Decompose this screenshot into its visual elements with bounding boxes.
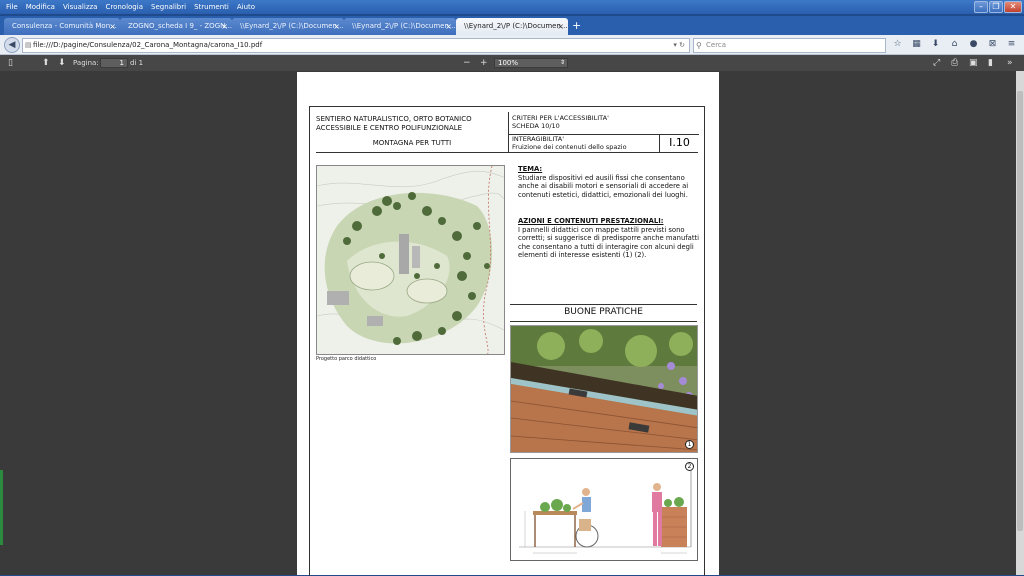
tab-label: \\Eynard_2\/P (C:)\Documen...	[464, 22, 568, 30]
description-text: TEMA: Studiare dispositivi ed ausili fis…	[518, 165, 702, 260]
title-line-3: MONTAGNA PER TUTTI	[372, 139, 452, 147]
tema-heading: TEMA:	[518, 165, 543, 173]
accessibility-diagram: 2	[510, 458, 698, 561]
next-page-icon[interactable]: ⬇	[58, 55, 66, 71]
addon-icon[interactable]: ⊠	[987, 39, 998, 49]
chevron-updown-icon: ⇕	[559, 59, 565, 66]
menu-file[interactable]: File	[6, 3, 18, 11]
tab-label: ZOGNO_scheda I 9_ - ZOGN...	[128, 22, 232, 30]
maximize-button[interactable]: ❐	[989, 1, 1003, 13]
navigation-bar: ◀ ▤ file:///D:/pagine/Consulenza/02_Caro…	[0, 35, 1024, 55]
bookmarks-list-icon[interactable]: ▦	[911, 39, 922, 49]
search-input[interactable]: ⚲ Cerca	[693, 38, 886, 53]
tab-eynard-1[interactable]: \\Eynard_2\/P (C:)\Documen... ×	[232, 18, 344, 35]
fullscreen-icon[interactable]: ⤢	[933, 55, 940, 71]
page-icon: ▤	[25, 41, 32, 49]
pdf-toolbar: ▯ ⬆ ⬇ Pagina: 1 di 1 − + 100% ⇕ ⤢ ⎙ ▣ ▮ …	[0, 55, 1024, 71]
title-line-1: SENTIERO NATURALISTICO, ORTO BOTANICO	[316, 115, 472, 123]
divider	[510, 321, 697, 322]
bookmark-icon[interactable]: ▮	[988, 55, 993, 71]
pdf-page: SENTIERO NATURALISTICO, ORTO BOTANICO AC…	[297, 72, 719, 576]
menu-aiuto[interactable]: Aiuto	[237, 3, 255, 11]
reload-icon[interactable]: ▾ ↻	[673, 39, 685, 52]
section-line-2: Fruizione dei contenuti dello spazio	[512, 143, 627, 151]
chat-icon[interactable]: ●	[968, 39, 979, 49]
raised-planter-photo: 1	[510, 325, 698, 453]
accessibility-drawing	[519, 467, 692, 554]
tab-close-icon[interactable]: ×	[221, 18, 228, 35]
tema-text: Studiare dispositivi ed ausili fissi che…	[518, 173, 689, 199]
back-arrow-icon: ◀	[8, 40, 16, 50]
zoom-out-button[interactable]: −	[463, 55, 471, 71]
title-line-2: ACCESSIBILE E CENTRO POLIFUNZIONALE	[316, 124, 463, 132]
desktop-edge	[0, 470, 3, 545]
zoom-value: 100%	[498, 59, 519, 67]
bookmark-star-icon[interactable]: ☆	[892, 39, 903, 49]
page-label: Pagina:	[73, 59, 99, 67]
menu-icon[interactable]: ≡	[1006, 39, 1017, 49]
plan-caption: Progetto parco didattico	[316, 356, 377, 362]
tab-consulenza[interactable]: Consulenza - Comunità Mon... ×	[4, 18, 120, 35]
prev-page-icon[interactable]: ⬆	[42, 55, 50, 71]
tab-close-icon[interactable]: ×	[445, 18, 452, 35]
divider	[316, 152, 698, 153]
address-url: file:///D:/pagine/Consulenza/02_Carona_M…	[33, 41, 263, 49]
tools-chevron-icon[interactable]: »	[1007, 55, 1013, 71]
minimize-button[interactable]: –	[974, 1, 988, 13]
tab-zogno[interactable]: ZOGNO_scheda I 9_ - ZOGN... ×	[120, 18, 232, 35]
sidebar-toggle-icon[interactable]: ▯	[8, 55, 13, 71]
site-plan-drawing	[317, 166, 504, 354]
criteria-line-1: CRITERI PER L'ACCESSIBILITA'	[512, 114, 609, 122]
menu-modifica[interactable]: Modifica	[26, 3, 55, 11]
criteria-text: CRITERI PER L'ACCESSIBILITA' SCHEDA 10/1…	[512, 114, 609, 130]
tab-eynard-2[interactable]: \\Eynard_2\/P (C:)\Documen... ×	[344, 18, 456, 35]
document-sheet: SENTIERO NATURALISTICO, ORTO BOTANICO AC…	[309, 106, 705, 576]
toolbar-icons: ☆ ▦ ⬇ ⌂ ● ⊠ ≡	[892, 39, 1017, 49]
tab-close-icon[interactable]: ×	[557, 18, 564, 35]
photo-number-badge: 1	[685, 440, 694, 449]
back-button[interactable]: ◀	[4, 37, 20, 53]
print-icon[interactable]: ⎙	[951, 55, 958, 71]
section-line-1: INTERAGIBILITA'	[512, 135, 565, 143]
buone-pratiche-heading: BUONE PRATICHE	[564, 307, 643, 317]
menu-strumenti[interactable]: Strumenti	[194, 3, 229, 11]
search-placeholder: Cerca	[706, 41, 727, 49]
azioni-text: I pannelli didattici con mappe tattili p…	[518, 225, 700, 260]
criteria-line-2: SCHEDA 10/10	[512, 122, 560, 130]
tab-close-icon[interactable]: ×	[109, 18, 116, 35]
scrollbar-thumb[interactable]	[1017, 91, 1023, 531]
page-total: di 1	[130, 59, 144, 67]
close-window-button[interactable]: ✕	[1004, 1, 1022, 13]
vertical-scrollbar[interactable]	[1016, 71, 1024, 575]
zoom-in-button[interactable]: +	[480, 55, 488, 71]
tab-label: Consulenza - Comunità Mon...	[12, 22, 117, 30]
page-number-input[interactable]: 1	[100, 58, 128, 68]
tab-bar: Consulenza - Comunità Mon... × ZOGNO_sch…	[0, 16, 1024, 35]
document-title: SENTIERO NATURALISTICO, ORTO BOTANICO AC…	[316, 115, 508, 148]
search-icon: ⚲	[696, 41, 702, 50]
sheet-code: I.10	[659, 134, 699, 152]
menu-segnalibri[interactable]: Segnalibri	[151, 3, 186, 11]
section-text: INTERAGIBILITA' Fruizione dei contenuti …	[512, 135, 627, 151]
raised-planter-drawing	[511, 326, 697, 452]
address-bar[interactable]: ▤ file:///D:/pagine/Consulenza/02_Carona…	[22, 38, 690, 53]
home-icon[interactable]: ⌂	[949, 39, 960, 49]
tab-close-icon[interactable]: ×	[333, 18, 340, 35]
download-icon[interactable]: ⬇	[930, 39, 941, 49]
photo-number-badge: 2	[685, 462, 694, 471]
browser-window: File Modifica Visualizza Cronologia Segn…	[0, 0, 1024, 576]
tab-eynard-active[interactable]: \\Eynard_2\/P (C:)\Documen... ×	[456, 18, 568, 35]
menu-visualizza[interactable]: Visualizza	[63, 3, 97, 11]
azioni-heading: AZIONI E CONTENUTI PRESTAZIONALI:	[518, 217, 664, 225]
tab-label: \\Eynard_2\/P (C:)\Documen...	[352, 22, 456, 30]
menu-cronologia[interactable]: Cronologia	[105, 3, 143, 11]
divider	[510, 304, 697, 305]
save-icon[interactable]: ▣	[969, 55, 978, 71]
new-tab-button[interactable]: +	[572, 19, 581, 33]
tab-label: \\Eynard_2\/P (C:)\Documen...	[240, 22, 344, 30]
site-plan-image	[316, 165, 505, 355]
criteria-box: CRITERI PER L'ACCESSIBILITA' SCHEDA 10/1…	[508, 112, 699, 152]
menu-bar: File Modifica Visualizza Cronologia Segn…	[0, 0, 1024, 14]
zoom-select[interactable]: 100% ⇕	[494, 58, 568, 68]
